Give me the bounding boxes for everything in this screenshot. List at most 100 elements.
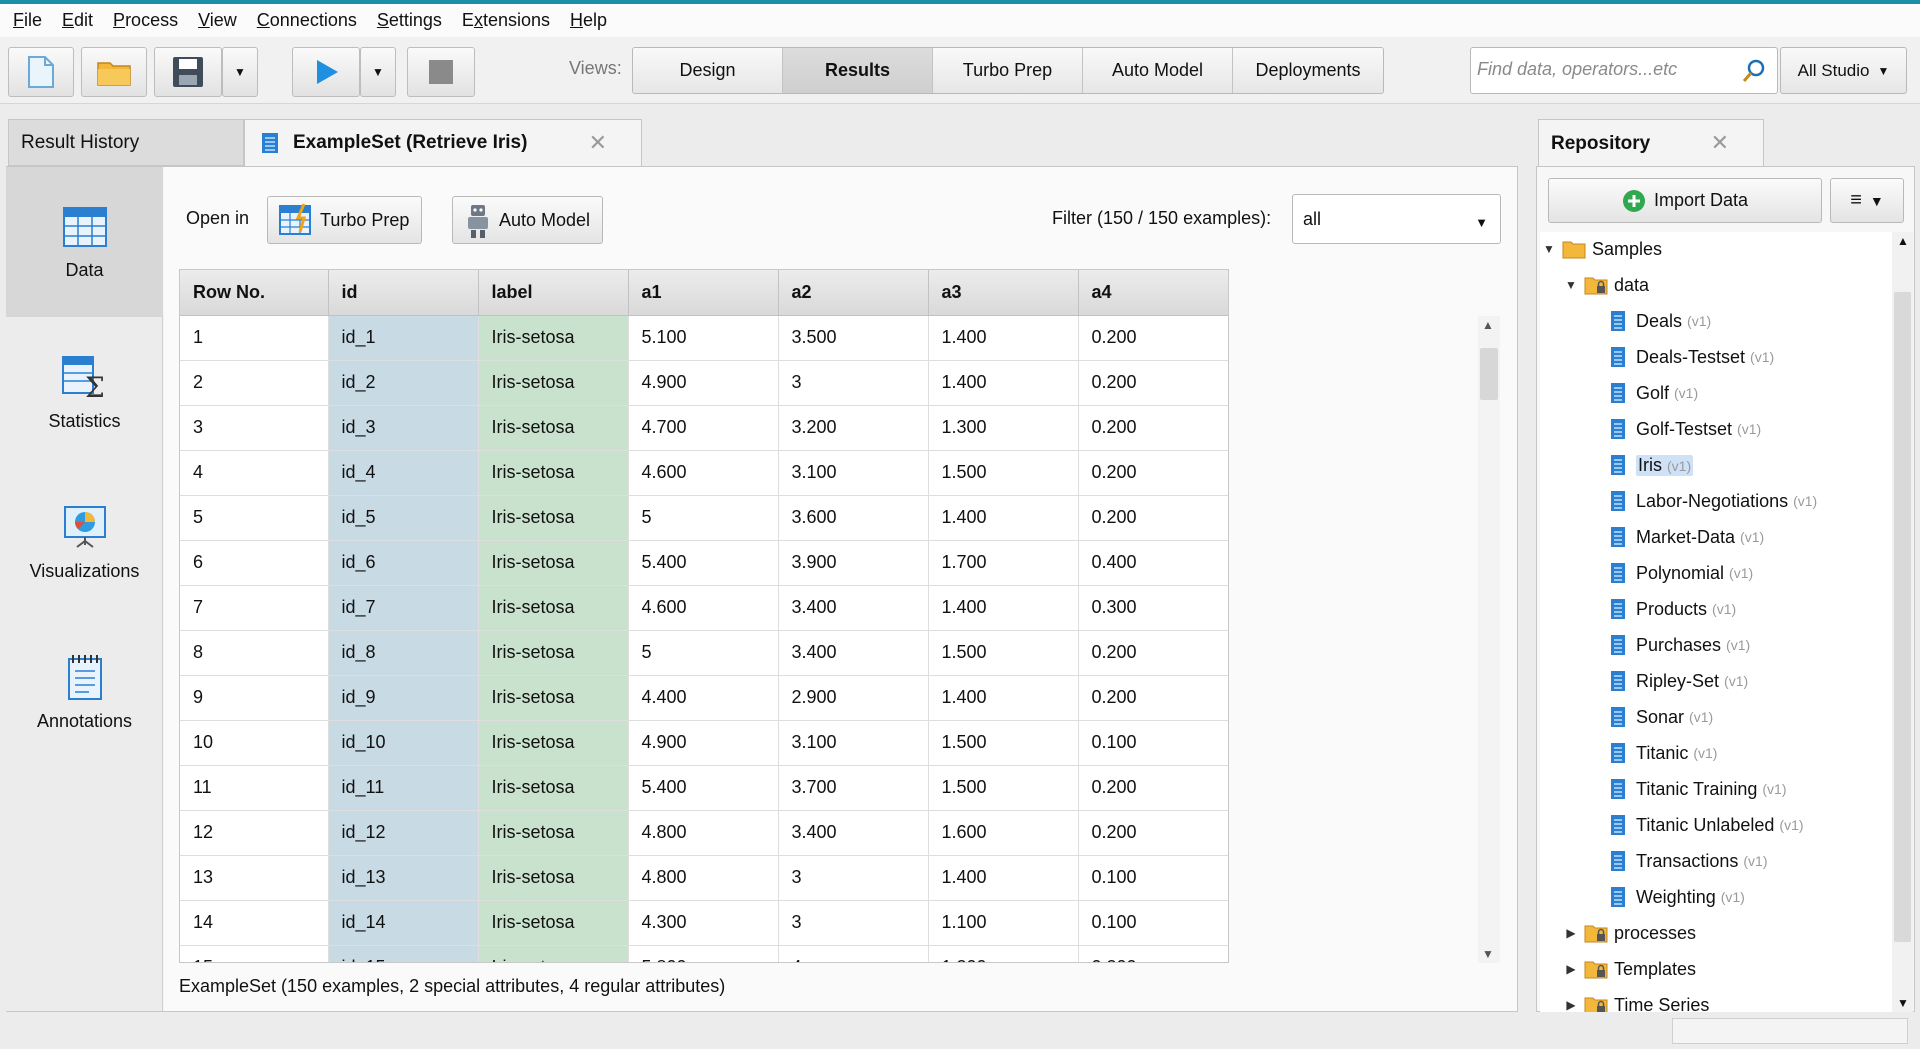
table-row[interactable]: 15id_15Iris-setosa5.80041.2000.200 bbox=[180, 945, 1228, 962]
run-process-button[interactable] bbox=[292, 47, 360, 97]
column-header[interactable]: Row No. bbox=[180, 270, 329, 316]
menu-item-connections[interactable]: Connections bbox=[250, 10, 364, 31]
collapse-arrow-icon[interactable]: ▼ bbox=[1540, 242, 1558, 256]
expand-arrow-icon[interactable]: ▶ bbox=[1562, 962, 1580, 976]
table-row[interactable]: 12 id_12 Iris-setosa 4.800 3.400 1.600 0.200 bbox=[180, 810, 1228, 856]
repository-dataset-item[interactable]: Titanic (v1) bbox=[1584, 736, 1717, 770]
open-in-auto-model-button[interactable]: Auto Model bbox=[452, 196, 604, 244]
run-options-dropdown[interactable]: ▼ bbox=[360, 47, 396, 97]
repository-folder-item[interactable]: ▶ processes bbox=[1562, 916, 1696, 950]
import-data-button[interactable]: Import Data bbox=[1548, 178, 1822, 223]
scroll-down-icon[interactable]: ▼ bbox=[1482, 947, 1494, 961]
filter-select[interactable]: all ▼ bbox=[1292, 194, 1501, 244]
repository-dataset-item[interactable]: Ripley-Set (v1) bbox=[1584, 664, 1748, 698]
table-cell: 1.200 bbox=[928, 945, 1079, 962]
repository-folder-item[interactable]: ▶ Templates bbox=[1562, 952, 1696, 986]
table-row[interactable]: 6 id_6 Iris-setosa 5.400 3.900 1.700 0.400 bbox=[180, 540, 1228, 586]
expand-arrow-icon[interactable]: ▶ bbox=[1562, 998, 1580, 1012]
table-row[interactable]: 11 id_11 Iris-setosa 5.400 3.700 1.500 0.200 bbox=[180, 765, 1228, 811]
table-row[interactable]: 4 id_4 Iris-setosa 4.600 3.100 1.500 0.200 bbox=[180, 450, 1228, 496]
search-scope-dropdown[interactable]: All Studio ▼ bbox=[1780, 47, 1907, 94]
repository-dataset-item[interactable]: Iris (v1) bbox=[1584, 448, 1694, 482]
statistics-sigma-icon: Σ bbox=[61, 355, 104, 401]
search-icon[interactable] bbox=[1741, 58, 1767, 84]
repository-dataset-item[interactable]: Golf (v1) bbox=[1584, 376, 1698, 410]
expand-arrow-icon[interactable]: ▶ bbox=[1562, 926, 1580, 940]
open-in-turbo-prep-button[interactable]: Turbo Prep bbox=[267, 196, 423, 244]
repository-folder-item[interactable]: ▼ Samples bbox=[1540, 232, 1662, 266]
repository-dataset-item[interactable]: Products (v1) bbox=[1584, 592, 1736, 626]
sidebar-item-annotations[interactable]: Annotations bbox=[6, 617, 163, 767]
menu-item-settings[interactable]: Settings bbox=[370, 10, 449, 31]
repository-menu-button[interactable]: ≡ ▼ bbox=[1830, 178, 1904, 223]
table-row[interactable]: 8 id_8 Iris-setosa 5 3.400 1.500 0.200 bbox=[180, 630, 1228, 676]
view-tab-design[interactable]: Design bbox=[633, 48, 783, 93]
table-row[interactable]: 3 id_3 Iris-setosa 4.700 3.200 1.300 0.200 bbox=[180, 405, 1228, 451]
table-row[interactable]: 10 id_10 Iris-setosa 4.900 3.100 1.500 0.100 bbox=[180, 720, 1228, 766]
scroll-up-icon[interactable]: ▲ bbox=[1897, 234, 1909, 248]
open-process-button[interactable] bbox=[81, 47, 147, 97]
view-tab-deployments[interactable]: Deployments bbox=[1233, 48, 1383, 93]
sidebar-item-statistics[interactable]: Σ Statistics bbox=[6, 317, 163, 467]
column-header[interactable]: a2 bbox=[778, 270, 929, 316]
table-row[interactable]: 1 id_1 Iris-setosa 5.100 3.500 1.400 0.200 bbox=[180, 315, 1228, 361]
menu-item-extensions[interactable]: Extensions bbox=[455, 10, 557, 31]
sidebar-item-visualizations[interactable]: Visualizations bbox=[6, 467, 163, 617]
version-tag: (v1) bbox=[1687, 313, 1712, 329]
tab-exampleset[interactable]: ExampleSet (Retrieve Iris) ✕ bbox=[244, 119, 642, 166]
repository-dataset-item[interactable]: Sonar (v1) bbox=[1584, 700, 1713, 734]
repository-dataset-item[interactable]: Weighting (v1) bbox=[1584, 880, 1745, 914]
save-options-dropdown[interactable]: ▼ bbox=[222, 47, 258, 97]
column-header[interactable]: a1 bbox=[628, 270, 779, 316]
table-row[interactable]: 2 id_2 Iris-setosa 4.900 3 1.400 0.200 bbox=[180, 360, 1228, 406]
menu-item-process[interactable]: Process bbox=[106, 10, 185, 31]
menu-item-view[interactable]: View bbox=[191, 10, 244, 31]
scroll-up-icon[interactable]: ▲ bbox=[1482, 318, 1494, 332]
scrollbar-thumb[interactable] bbox=[1480, 348, 1498, 400]
repository-dataset-item[interactable]: Transactions (v1) bbox=[1584, 844, 1768, 878]
close-icon[interactable]: ✕ bbox=[1711, 130, 1729, 156]
repository-dataset-item[interactable]: Golf-Testset (v1) bbox=[1584, 412, 1761, 446]
repository-dataset-item[interactable]: Purchases (v1) bbox=[1584, 628, 1750, 662]
table-row[interactable]: 14 id_14 Iris-setosa 4.300 3 1.100 0.100 bbox=[180, 900, 1228, 946]
table-scrollbar[interactable]: ▲ ▼ bbox=[1478, 316, 1500, 963]
column-header[interactable]: id bbox=[328, 270, 479, 316]
view-tab-results[interactable]: Results bbox=[783, 48, 933, 93]
repository-dataset-item[interactable]: Titanic Unlabeled (v1) bbox=[1584, 808, 1804, 842]
repository-folder-item[interactable]: ▶ Time Series bbox=[1562, 988, 1709, 1012]
close-icon[interactable]: ✕ bbox=[589, 130, 607, 156]
menu-item-file[interactable]: File bbox=[6, 10, 49, 31]
repository-dataset-item[interactable]: Deals (v1) bbox=[1584, 304, 1711, 338]
button-label: Turbo Prep bbox=[320, 209, 410, 230]
table-row[interactable]: 7 id_7 Iris-setosa 4.600 3.400 1.400 0.300 bbox=[180, 585, 1228, 631]
menu-item-help[interactable]: Help bbox=[563, 10, 614, 31]
repository-folder-item[interactable]: ▼ data bbox=[1562, 268, 1649, 302]
new-process-button[interactable] bbox=[8, 47, 74, 97]
tab-repository[interactable]: Repository ✕ bbox=[1538, 119, 1764, 167]
tab-result-history[interactable]: Result History bbox=[8, 119, 244, 166]
save-process-button[interactable] bbox=[154, 47, 222, 97]
collapse-arrow-icon[interactable]: ▼ bbox=[1562, 278, 1580, 292]
view-tab-turbo-prep[interactable]: Turbo Prep bbox=[933, 48, 1083, 93]
table-cell: 3.100 bbox=[778, 450, 929, 496]
column-header[interactable]: a4 bbox=[1078, 270, 1228, 316]
repository-dataset-item[interactable]: Deals-Testset (v1) bbox=[1584, 340, 1774, 374]
view-tab-auto-model[interactable]: Auto Model bbox=[1083, 48, 1233, 93]
column-header[interactable]: a3 bbox=[928, 270, 1079, 316]
sidebar-item-data[interactable]: Data bbox=[6, 167, 163, 317]
table-row[interactable]: 9 id_9 Iris-setosa 4.400 2.900 1.400 0.200 bbox=[180, 675, 1228, 721]
repository-dataset-item[interactable]: Labor-Negotiations (v1) bbox=[1584, 484, 1817, 518]
table-row[interactable]: 5 id_5 Iris-setosa 5 3.600 1.400 0.200 bbox=[180, 495, 1228, 541]
repository-dataset-item[interactable]: Polynomial (v1) bbox=[1584, 556, 1753, 590]
search-input[interactable] bbox=[1475, 48, 1735, 91]
stop-process-button[interactable] bbox=[407, 47, 475, 97]
repository-dataset-item[interactable]: Market-Data (v1) bbox=[1584, 520, 1764, 554]
scrollbar-thumb[interactable] bbox=[1894, 292, 1911, 942]
repository-scrollbar[interactable]: ▲ ▼ bbox=[1892, 232, 1913, 1012]
menu-item-edit[interactable]: Edit bbox=[55, 10, 100, 31]
table-row[interactable]: 13 id_13 Iris-setosa 4.800 3 1.400 0.100 bbox=[180, 855, 1228, 901]
column-header[interactable]: label bbox=[478, 270, 629, 316]
repository-dataset-item[interactable]: Titanic Training (v1) bbox=[1584, 772, 1787, 806]
filter-value: all bbox=[1303, 208, 1322, 229]
scroll-down-icon[interactable]: ▼ bbox=[1897, 996, 1909, 1010]
